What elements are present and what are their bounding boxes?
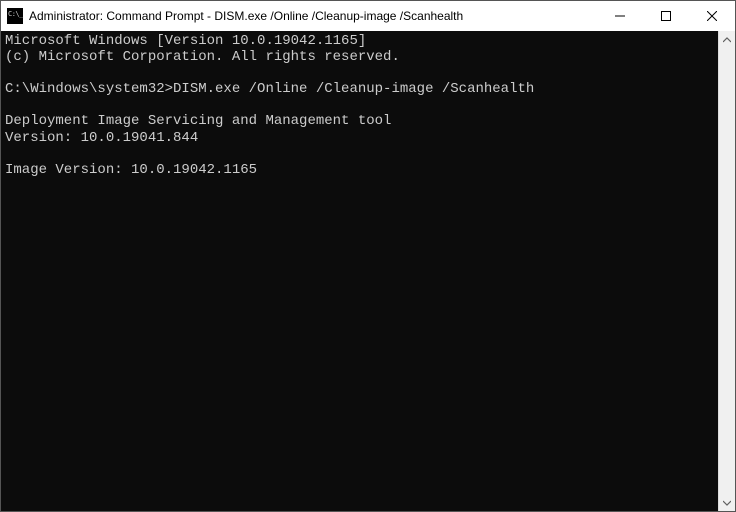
maximize-icon: [661, 11, 671, 21]
window-controls: [597, 1, 735, 31]
window-title: Administrator: Command Prompt - DISM.exe…: [29, 9, 597, 23]
cmd-icon: [7, 8, 23, 24]
titlebar[interactable]: Administrator: Command Prompt - DISM.exe…: [1, 1, 735, 31]
terminal-line: Image Version: 10.0.19042.1165: [5, 162, 714, 178]
terminal-line: Microsoft Windows [Version 10.0.19042.11…: [5, 33, 714, 49]
terminal-output[interactable]: Microsoft Windows [Version 10.0.19042.11…: [1, 31, 718, 511]
close-icon: [707, 11, 717, 21]
scroll-up-button[interactable]: [719, 31, 735, 48]
terminal-line: [5, 65, 714, 81]
content-area: Microsoft Windows [Version 10.0.19042.11…: [1, 31, 735, 511]
chevron-up-icon: [723, 36, 731, 44]
chevron-down-icon: [723, 499, 731, 507]
terminal-line: Deployment Image Servicing and Managemen…: [5, 113, 714, 129]
terminal-line: [5, 178, 714, 194]
terminal-line: (c) Microsoft Corporation. All rights re…: [5, 49, 714, 65]
close-button[interactable]: [689, 1, 735, 31]
command-prompt-window: Administrator: Command Prompt - DISM.exe…: [0, 0, 736, 512]
terminal-line: Version: 10.0.19041.844: [5, 130, 714, 146]
minimize-button[interactable]: [597, 1, 643, 31]
vertical-scrollbar[interactable]: [718, 31, 735, 511]
scroll-down-button[interactable]: [719, 494, 735, 511]
minimize-icon: [615, 11, 625, 21]
terminal-line: [5, 97, 714, 113]
maximize-button[interactable]: [643, 1, 689, 31]
terminal-line: [5, 146, 714, 162]
scroll-track[interactable]: [719, 48, 735, 494]
terminal-line: C:\Windows\system32>DISM.exe /Online /Cl…: [5, 81, 714, 97]
